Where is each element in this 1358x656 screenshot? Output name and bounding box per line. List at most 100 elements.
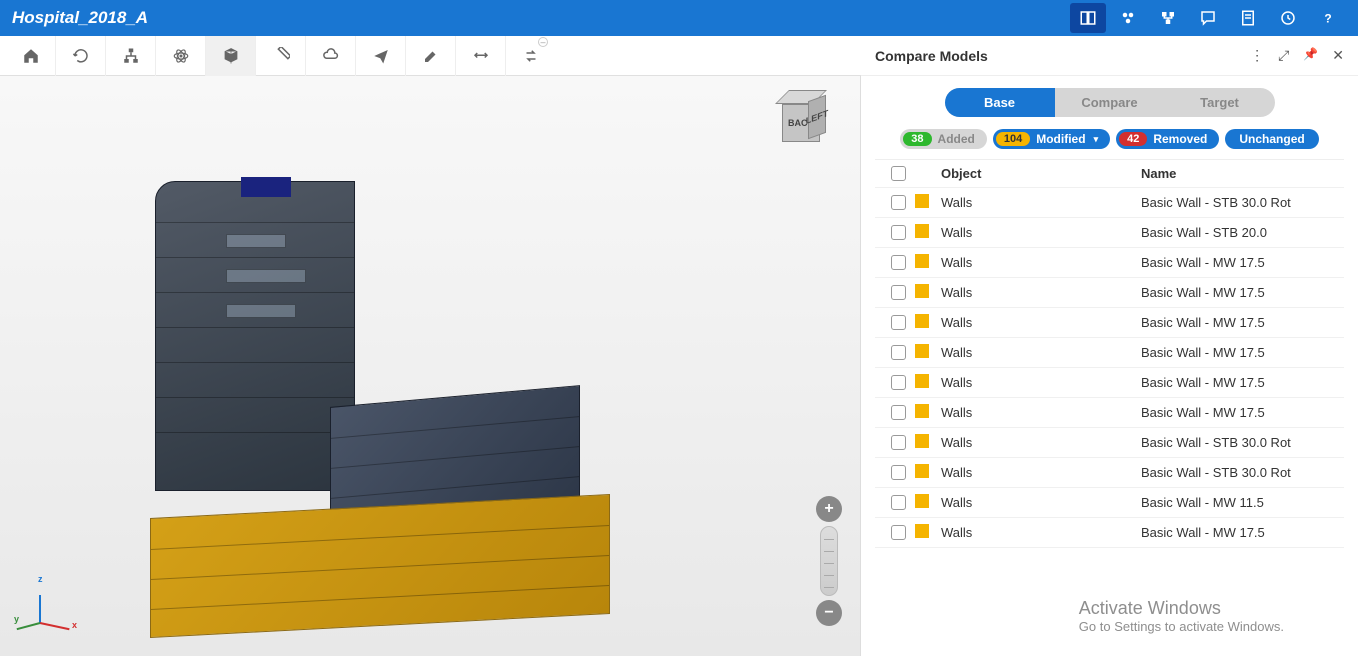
row-name: Basic Wall - MW 17.5 — [1141, 525, 1338, 540]
row-checkbox[interactable] — [891, 405, 906, 420]
row-object: Walls — [941, 495, 1141, 510]
form-icon[interactable] — [1230, 3, 1266, 33]
view-cube[interactable]: BACK LEFT — [776, 96, 830, 150]
axis-z-label: z — [38, 574, 43, 584]
more-icon[interactable]: ⋮ — [1250, 47, 1264, 64]
row-checkbox[interactable] — [891, 375, 906, 390]
row-name: Basic Wall - MW 17.5 — [1141, 345, 1338, 360]
header-actions: ? — [1070, 3, 1346, 33]
split-view-icon[interactable] — [1070, 3, 1106, 33]
column-name[interactable]: Name — [1141, 166, 1338, 181]
table-row[interactable]: WallsBasic Wall - MW 17.5 — [875, 308, 1344, 338]
row-checkbox[interactable] — [891, 525, 906, 540]
tab-target[interactable]: Target — [1165, 88, 1275, 117]
row-object: Walls — [941, 375, 1141, 390]
filter-unchanged[interactable]: Unchanged — [1225, 129, 1318, 149]
folder-icon — [915, 494, 929, 508]
select-all-checkbox[interactable] — [891, 166, 906, 181]
table-row[interactable]: WallsBasic Wall - STB 30.0 Rot — [875, 188, 1344, 218]
send-icon[interactable] — [356, 36, 406, 76]
filter-added[interactable]: 38 Added — [900, 129, 987, 149]
table-header: Object Name — [875, 160, 1344, 188]
panel-header: Compare Models ⋮ ⤢ 📌 ✕ — [861, 36, 1358, 76]
table-row[interactable]: WallsBasic Wall - MW 17.5 — [875, 398, 1344, 428]
row-checkbox[interactable] — [891, 465, 906, 480]
column-object[interactable]: Object — [941, 166, 1141, 181]
home-icon[interactable] — [6, 36, 56, 76]
row-object: Walls — [941, 315, 1141, 330]
modified-label: Modified — [1036, 132, 1085, 146]
axis-gizmo: z x y — [20, 576, 80, 636]
cloud-icon[interactable] — [306, 36, 356, 76]
clock-icon[interactable] — [1270, 3, 1306, 33]
row-checkbox[interactable] — [891, 255, 906, 270]
table-row[interactable]: WallsBasic Wall - MW 17.5 — [875, 368, 1344, 398]
table-row[interactable]: WallsBasic Wall - MW 17.5 — [875, 248, 1344, 278]
folder-icon — [915, 284, 929, 298]
row-checkbox[interactable] — [891, 225, 906, 240]
ruler-icon[interactable] — [256, 36, 306, 76]
zoom-control: + − — [816, 496, 842, 626]
zoom-out-button[interactable]: − — [816, 600, 842, 626]
row-name: Basic Wall - STB 20.0 — [1141, 225, 1338, 240]
row-object: Walls — [941, 285, 1141, 300]
pin-icon[interactable]: 📌 — [1303, 47, 1318, 64]
viewport-3d[interactable]: BACK LEFT z x y + − — [0, 76, 860, 656]
axis-y-label: y — [14, 614, 19, 624]
filter-pills: 38 Added 104 Modified ▾ 42 Removed Uncha… — [875, 129, 1344, 149]
atom-icon[interactable] — [156, 36, 206, 76]
transfer-icon[interactable]: – — [506, 36, 556, 76]
chevron-down-icon: ▾ — [1094, 134, 1099, 145]
viewcube-left-face[interactable]: LEFT — [808, 95, 826, 140]
table-row[interactable]: WallsBasic Wall - MW 17.5 — [875, 338, 1344, 368]
tree-icon[interactable] — [106, 36, 156, 76]
tab-compare[interactable]: Compare — [1055, 88, 1165, 117]
swap-icon[interactable] — [456, 36, 506, 76]
filter-modified[interactable]: 104 Modified ▾ — [993, 129, 1110, 149]
row-name: Basic Wall - MW 17.5 — [1141, 285, 1338, 300]
cloud-group-icon[interactable] — [1110, 3, 1146, 33]
table-row[interactable]: WallsBasic Wall - STB 20.0 — [875, 218, 1344, 248]
row-object: Walls — [941, 345, 1141, 360]
table-row[interactable]: WallsBasic Wall - MW 17.5 — [875, 278, 1344, 308]
building-model — [150, 176, 610, 656]
expand-icon[interactable]: ⤢ — [1278, 47, 1289, 64]
chat-icon[interactable] — [1190, 3, 1226, 33]
row-name: Basic Wall - STB 30.0 Rot — [1141, 435, 1338, 450]
tab-base[interactable]: Base — [945, 88, 1055, 117]
cube-icon[interactable] — [206, 36, 256, 76]
table-row[interactable]: WallsBasic Wall - STB 30.0 Rot — [875, 458, 1344, 488]
table-row[interactable]: WallsBasic Wall - MW 17.5 — [875, 518, 1344, 548]
folder-icon — [915, 434, 929, 448]
folder-icon — [915, 524, 929, 538]
row-object: Walls — [941, 405, 1141, 420]
help-icon[interactable]: ? — [1310, 3, 1346, 33]
added-label: Added — [938, 132, 975, 146]
row-checkbox[interactable] — [891, 495, 906, 510]
paint-icon[interactable] — [406, 36, 456, 76]
row-checkbox[interactable] — [891, 435, 906, 450]
network-icon[interactable] — [1150, 3, 1186, 33]
row-name: Basic Wall - MW 17.5 — [1141, 405, 1338, 420]
row-checkbox[interactable] — [891, 285, 906, 300]
panel-title: Compare Models — [875, 48, 988, 64]
refresh-icon[interactable] — [56, 36, 106, 76]
row-checkbox[interactable] — [891, 345, 906, 360]
app-title: Hospital_2018_A — [12, 8, 148, 28]
row-name: Basic Wall - MW 11.5 — [1141, 495, 1338, 510]
folder-icon — [915, 314, 929, 328]
table-row[interactable]: WallsBasic Wall - STB 30.0 Rot — [875, 428, 1344, 458]
row-name: Basic Wall - STB 30.0 Rot — [1141, 465, 1338, 480]
modified-count: 104 — [996, 132, 1030, 146]
row-checkbox[interactable] — [891, 195, 906, 210]
close-icon[interactable]: ✕ — [1332, 47, 1344, 64]
filter-removed[interactable]: 42 Removed — [1116, 129, 1219, 149]
main-layout: BACK LEFT z x y + − Compar — [0, 76, 1358, 656]
zoom-in-button[interactable]: + — [816, 496, 842, 522]
zoom-slider[interactable] — [820, 526, 838, 596]
added-count: 38 — [903, 132, 931, 146]
row-object: Walls — [941, 435, 1141, 450]
row-checkbox[interactable] — [891, 315, 906, 330]
folder-icon — [915, 344, 929, 358]
table-row[interactable]: WallsBasic Wall - MW 11.5 — [875, 488, 1344, 518]
